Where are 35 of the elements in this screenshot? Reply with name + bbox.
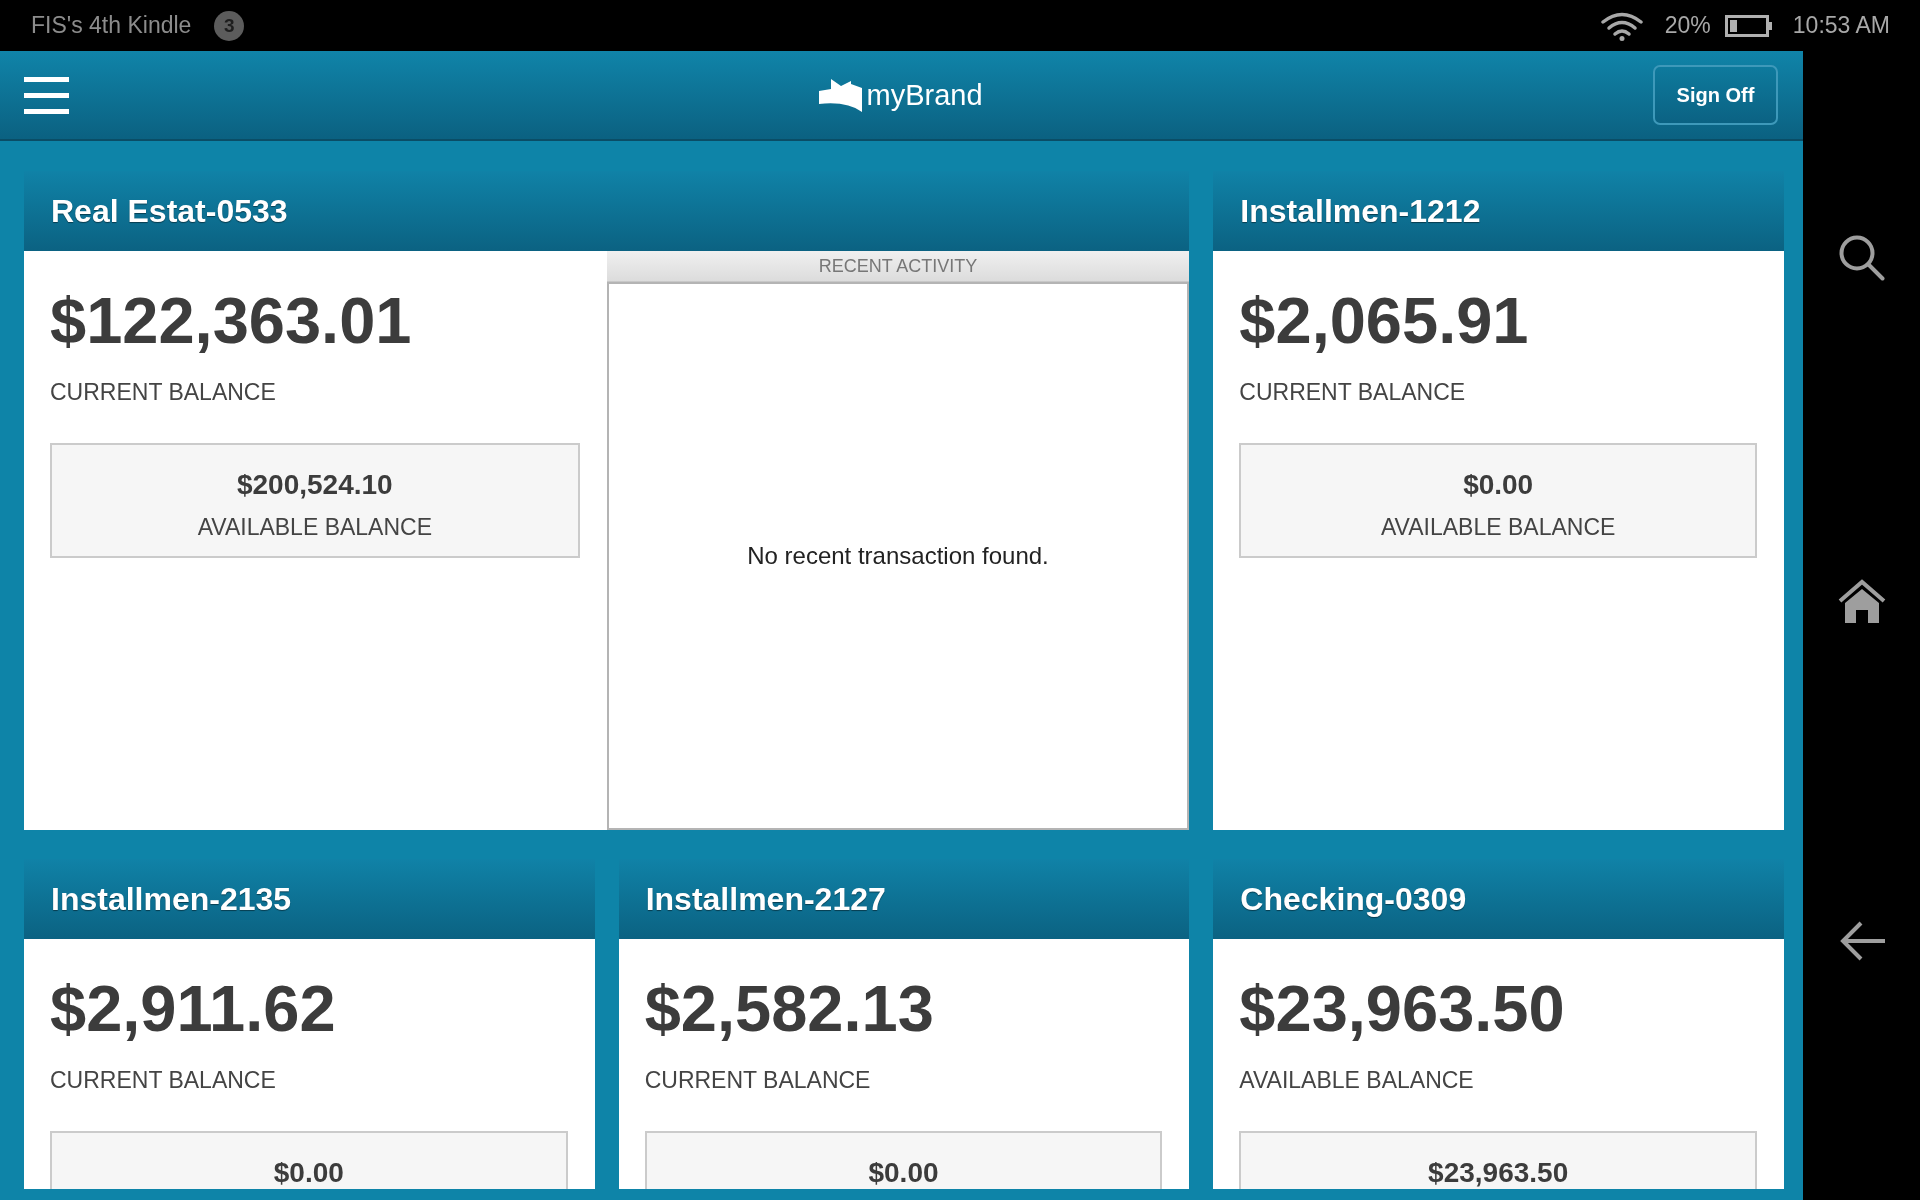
available-balance-amount: $23,963.50 — [1427, 1157, 1570, 1189]
balance-label: CURRENT BALANCE — [644, 1067, 872, 1093]
account-title: Installmen-1212 — [1240, 192, 1481, 230]
balance-amount: $2,582.13 — [644, 971, 935, 1047]
battery-icon — [1724, 14, 1773, 37]
available-balance-amount: $0.00 — [272, 1157, 345, 1189]
available-balance-amount: $0.00 — [1462, 469, 1535, 501]
balance-label: AVAILABLE BALANCE — [1239, 1067, 1475, 1093]
device-name: FIS's 4th Kindle — [31, 12, 192, 39]
battery-percentage: 20% — [1664, 12, 1711, 39]
account-title: Real Estat-0533 — [51, 192, 288, 230]
sign-off-button[interactable]: Sign Off — [1653, 65, 1778, 125]
logo-icon — [819, 78, 863, 112]
available-balance-label: AVAILABLE BALANCE — [196, 514, 433, 540]
available-balance-label: AVAILABLE BALANCE — [1379, 514, 1617, 540]
available-balance-amount: $200,524.10 — [235, 469, 394, 501]
account-title: Checking-0309 — [1240, 880, 1467, 918]
recent-activity-header: RECENT ACTIVITY — [606, 251, 1190, 282]
brand-name: myBrand — [866, 78, 983, 112]
balance-amount: $122,363.01 — [50, 283, 413, 359]
wifi-icon — [1599, 10, 1644, 41]
balance-amount: $23,963.50 — [1239, 971, 1566, 1047]
balance-label: CURRENT BALANCE — [1239, 379, 1467, 405]
clock: 10:53 AM — [1792, 12, 1890, 39]
account-title: Installmen-2135 — [51, 880, 292, 918]
balance-amount: $2,065.91 — [1239, 283, 1530, 359]
balance-label: CURRENT BALANCE — [50, 379, 277, 405]
balance-label: CURRENT BALANCE — [50, 1067, 277, 1093]
menu-icon[interactable] — [24, 76, 69, 114]
balance-amount: $2,911.62 — [50, 971, 337, 1047]
available-balance-amount: $0.00 — [867, 1157, 940, 1189]
search-icon[interactable] — [1838, 235, 1885, 281]
empty-message: No recent transaction found. — [747, 542, 1049, 570]
account-title: Installmen-2127 — [645, 880, 886, 918]
home-icon[interactable] — [1837, 579, 1886, 623]
